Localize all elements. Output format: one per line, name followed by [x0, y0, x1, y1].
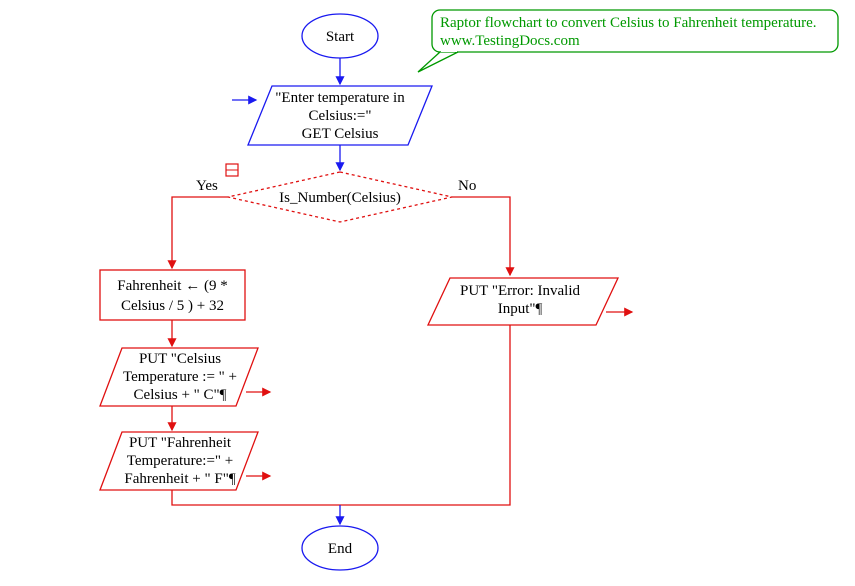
outc-line2: Temperature := " +: [110, 368, 250, 387]
outf-line1: PUT "Fahrenheit: [110, 434, 250, 453]
callout-line1: Raptor flowchart to convert Celsius to F…: [440, 14, 832, 33]
outf-line3: Fahrenheit + " F"¶: [110, 470, 250, 489]
err-line2: Input"¶: [440, 300, 600, 319]
outc-line3: Celsius + " C"¶: [110, 386, 250, 405]
input-line3: GET Celsius: [260, 125, 420, 144]
err-line1: PUT "Error: Invalid: [440, 282, 600, 301]
yes-label: Yes: [196, 177, 218, 196]
input-line2: Celsius:=": [260, 107, 420, 126]
outc-line1: PUT "Celsius: [110, 350, 250, 369]
end-label: End: [324, 540, 356, 559]
callout-line2: www.TestingDocs.com: [440, 32, 832, 51]
assign-line1: Fahrenheit ← (9 *: [102, 277, 243, 296]
start-label: Start: [322, 28, 358, 47]
outf-line2: Temperature:=" +: [110, 452, 250, 471]
decision-label: Is_Number(Celsius): [262, 189, 418, 208]
assign-line2: Celsius / 5 ) + 32: [102, 297, 243, 316]
no-label: No: [458, 177, 476, 196]
input-line1: "Enter temperature in: [260, 89, 420, 108]
